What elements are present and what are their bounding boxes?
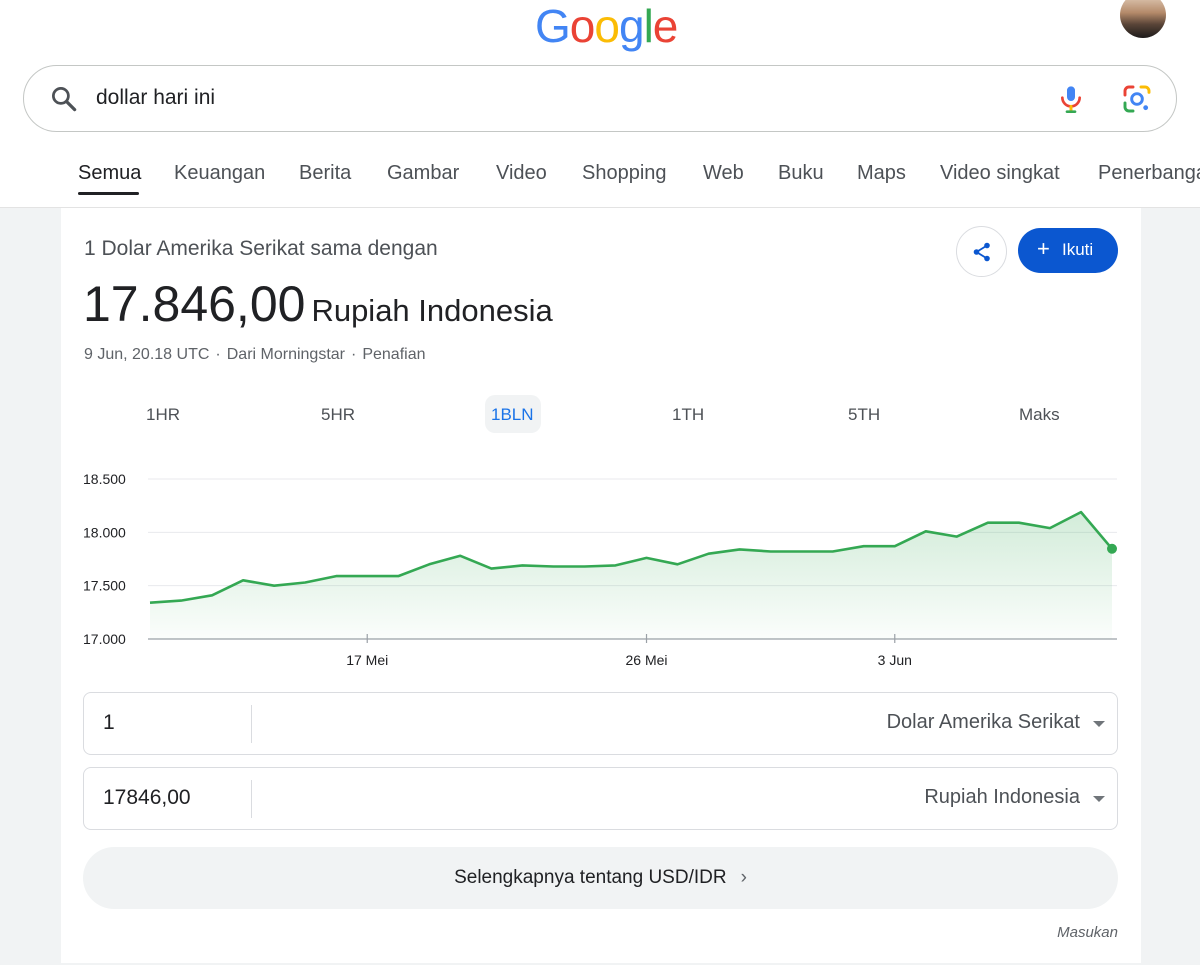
logo-letter: g [618,0,645,52]
result-currency: Rupiah Indonesia [311,293,553,328]
tab-video[interactable]: Video [496,162,547,185]
tab-gambar[interactable]: Gambar [387,162,459,185]
search-input[interactable]: dollar hari ini [96,86,215,110]
search-box[interactable]: dollar hari ini [23,65,1177,132]
google-lens-icon[interactable] [1121,83,1153,115]
source-link[interactable]: Dari Morningstar [227,346,345,363]
tab-berita[interactable]: Berita [299,162,351,185]
range-tab-5hr[interactable]: 5HR [321,405,355,425]
share-button[interactable] [956,226,1007,277]
more-about-label: Selengkapnya tentang USD/IDR › [83,867,1118,889]
from-currency-row: 1 Dolar Amerika Serikat [83,692,1118,755]
feedback-link[interactable]: Masukan [1057,924,1118,941]
logo-letter: l [643,0,654,52]
y-axis-tick-label: 17.500 [83,578,126,594]
follow-label: Ikuti [1062,240,1094,259]
to-amount-input[interactable]: 17846,00 [103,786,191,810]
range-tab-1hr[interactable]: 1HR [146,405,180,425]
x-axis-tick-label: 3 Jun [878,652,912,668]
to-currency-row: 17846,00 Rupiah Indonesia [83,767,1118,830]
logo-letter: G [535,0,571,52]
range-tab-1bln[interactable]: 1BLN [491,405,534,425]
to-currency-select[interactable]: Rupiah Indonesia [924,786,1080,809]
microphone-icon[interactable] [1055,83,1087,115]
separator-dot: · [351,346,357,363]
follow-button[interactable]: + Ikuti [1018,228,1118,273]
divider [251,780,252,818]
range-tab-5th[interactable]: 5TH [848,405,880,425]
y-axis-tick-label: 18.500 [83,471,126,487]
google-logo[interactable]: Google [535,0,679,52]
divider [251,705,252,743]
y-axis-tick-label: 18.000 [83,524,126,540]
tab-keuangan[interactable]: Keuangan [174,162,265,185]
dropdown-arrow-icon[interactable] [1093,796,1105,802]
tab-shopping[interactable]: Shopping [582,162,667,185]
tab-maps[interactable]: Maps [857,162,906,185]
x-axis-tick-label: 26 Mei [626,652,668,668]
y-axis-tick-label: 17.000 [83,631,126,647]
dropdown-arrow-icon[interactable] [1093,721,1105,727]
separator-dot: · [215,346,221,363]
tab-buku[interactable]: Buku [778,162,824,185]
range-tab-1th[interactable]: 1TH [672,405,704,425]
from-currency-select[interactable]: Dolar Amerika Serikat [887,711,1080,734]
from-amount-input[interactable]: 1 [103,711,115,735]
chevron-right-icon: › [740,867,747,888]
logo-letter: e [652,0,679,52]
source-meta: 9 Jun, 20.18 UTC · Dari Morningstar · Penafi… [84,346,426,364]
conversion-result: 17.846,00 Rupiah Indonesia [83,275,553,333]
logo-letter: o [594,0,620,52]
plus-icon: + [1037,236,1050,261]
share-icon [973,242,990,262]
chart-current-point[interactable] [1107,543,1117,554]
disclaimer-link[interactable]: Penafian [362,346,425,363]
result-value: 17.846,00 [83,276,306,332]
tab-video-singkat[interactable]: Video singkat [940,162,1060,185]
active-tab-indicator [78,192,139,195]
tab-web[interactable]: Web [703,162,744,185]
conversion-subtitle: 1 Dolar Amerika Serikat sama dengan [84,237,438,260]
tab-semua[interactable]: Semua [78,162,141,185]
exchange-rate-chart[interactable]: 17.000 17.500 18.000 18.500 17 Mei 26 Mei 3 J… [80,462,1125,677]
range-tab-maks[interactable]: Maks [1019,405,1060,425]
tab-penerbangan[interactable]: Penerbangan [1098,162,1200,185]
x-axis-tick-label: 17 Mei [346,652,388,668]
search-tabs: Semua Keuangan Berita Gambar Video Shopp… [0,150,1200,208]
account-avatar[interactable] [1120,0,1166,38]
more-about-button[interactable]: Selengkapnya tentang USD/IDR › [83,847,1118,909]
more-about-text: Selengkapnya tentang USD/IDR [454,867,727,888]
logo-letter: o [569,0,596,52]
timestamp: 9 Jun, 20.18 UTC [84,346,210,363]
search-icon[interactable] [49,84,79,114]
